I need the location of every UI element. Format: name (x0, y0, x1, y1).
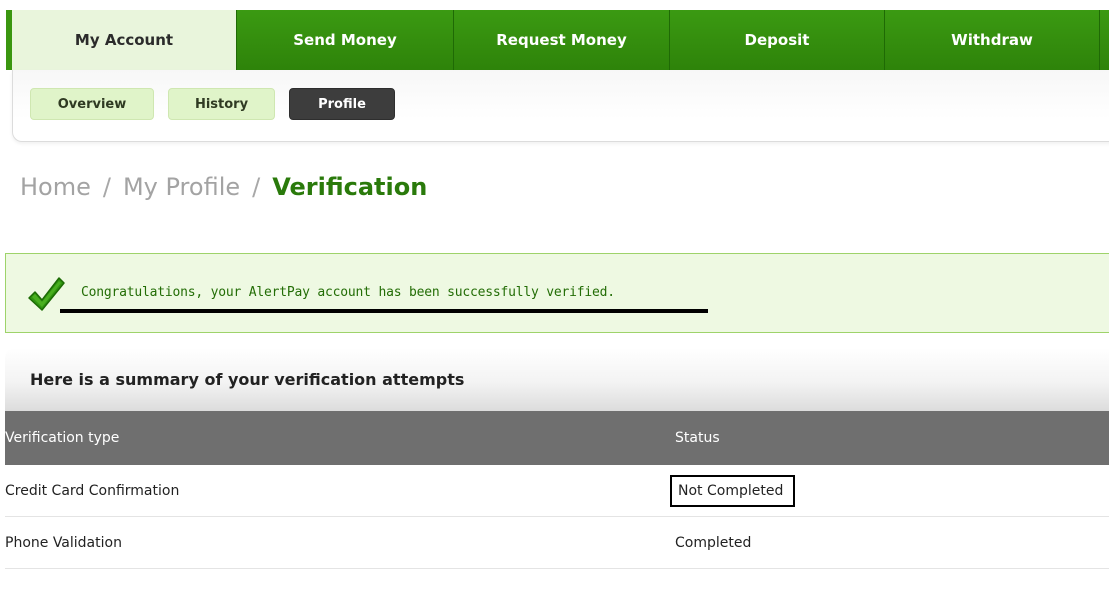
verification-status: Completed (675, 534, 752, 551)
breadcrumb-separator: / (252, 173, 261, 201)
tab-withdraw[interactable]: Withdraw (884, 10, 1099, 70)
table-row: Credit Card Confirmation Not Completed (5, 465, 1109, 517)
main-tab-bar: My Account Send Money Request Money Depo… (0, 0, 1109, 70)
success-banner: Congratulations, your AlertPay account h… (5, 253, 1109, 333)
tab-deposit[interactable]: Deposit (669, 10, 884, 70)
sub-navigation: Overview History Profile (12, 70, 1109, 142)
verification-type: Phone Validation (5, 534, 122, 551)
breadcrumb-separator: / (102, 173, 111, 201)
subnav-history[interactable]: History (168, 88, 275, 120)
tab-send-money[interactable]: Send Money (236, 10, 453, 70)
verification-status: Not Completed (670, 465, 796, 516)
column-header-status: Status (675, 430, 720, 446)
tab-overflow (1099, 10, 1109, 70)
breadcrumb-current: Verification (272, 173, 428, 201)
tab-my-account[interactable]: My Account (12, 10, 236, 70)
verification-type: Credit Card Confirmation (5, 482, 180, 499)
verification-table: Verification type Status Credit Card Con… (5, 411, 1109, 569)
breadcrumb: Home / My Profile / Verification (20, 173, 427, 201)
checkmark-icon (28, 277, 65, 311)
table-header: Verification type Status (5, 411, 1109, 465)
subnav-overview[interactable]: Overview (30, 88, 154, 120)
table-row: Phone Validation Completed (5, 517, 1109, 569)
tab-request-money[interactable]: Request Money (453, 10, 669, 70)
summary-header: Here is a summary of your verification a… (5, 348, 1109, 411)
summary-title: Here is a summary of your verification a… (30, 370, 465, 389)
subnav-profile[interactable]: Profile (289, 88, 395, 120)
message-underline-annotation (60, 309, 708, 313)
column-header-type: Verification type (5, 430, 120, 446)
status-not-completed-highlight: Not Completed (670, 474, 796, 507)
tab-bar-edge (0, 10, 12, 70)
success-message: Congratulations, your AlertPay account h… (81, 285, 615, 300)
breadcrumb-my-profile[interactable]: My Profile (123, 173, 240, 201)
breadcrumb-home[interactable]: Home (20, 173, 91, 201)
